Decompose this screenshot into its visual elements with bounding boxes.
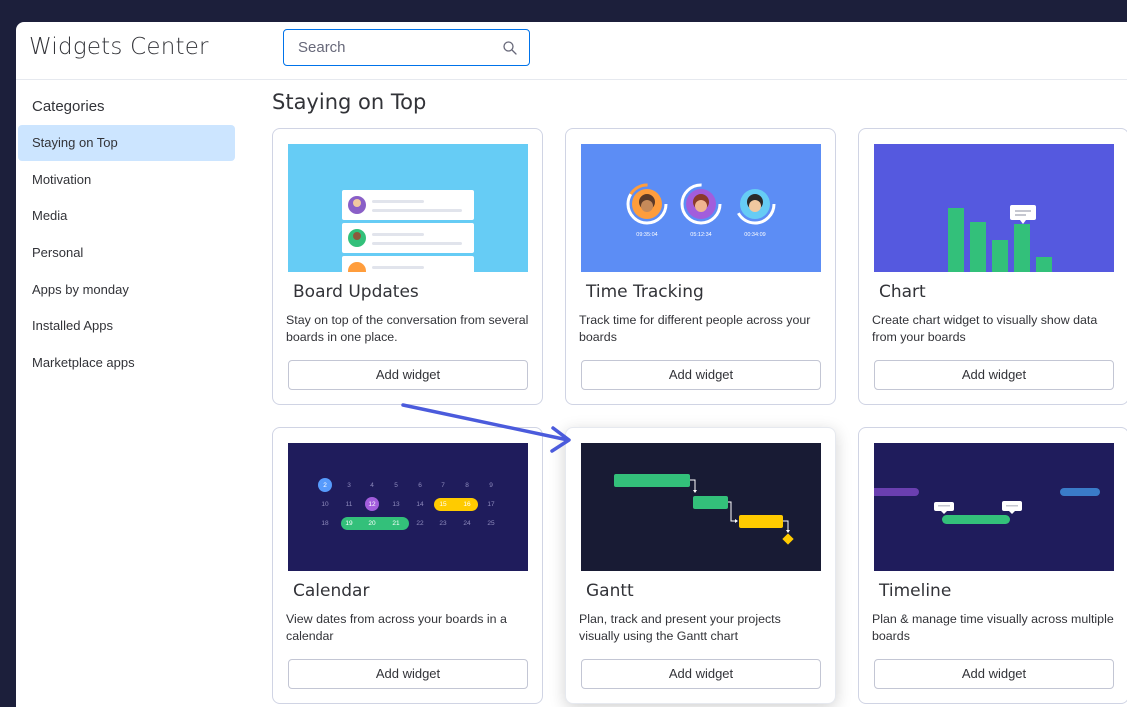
time-tracking-illustration: 09:35:04 05:12:34 00:34:09 [581,144,821,272]
card-title: Chart [879,282,926,302]
widget-card-gantt[interactable]: Gantt Plan, track and present your proje… [565,427,836,704]
sidebar-item-apps-by-monday[interactable]: Apps by monday [18,272,235,308]
calendar-day: 25 [487,520,495,527]
sidebar-item-media[interactable]: Media [18,198,235,234]
card-description: Track time for different people across y… [579,313,811,344]
card-description: Plan, track and present your projects vi… [579,612,781,643]
add-widget-button[interactable]: Add widget [874,360,1114,390]
calendar-day: 12 [368,501,376,508]
calendar-day: 15 [439,501,447,508]
chart-illustration [874,144,1114,272]
card-description: Stay on top of the conversation from sev… [286,313,529,344]
calendar-day: 14 [416,501,424,508]
calendar-day: 23 [439,520,447,527]
card-title: Time Tracking [586,282,704,302]
calendar-day: 2 [323,482,327,489]
calendar-day: 22 [416,520,424,527]
timeline-illustration [874,443,1114,571]
search-box[interactable] [283,29,530,66]
calendar-day: 24 [463,520,471,527]
timer-label: 00:34:09 [744,232,765,238]
timer-label: 09:35:04 [636,232,657,238]
section-title: Staying on Top [272,90,427,114]
add-widget-button[interactable]: Add widget [581,659,821,689]
calendar-illustration: 2 3 4 5 6 7 8 9 10 11 12 13 14 15 16 17 [288,443,528,571]
gantt-illustration [581,443,821,571]
sidebar-item-installed-apps[interactable]: Installed Apps [18,308,235,344]
add-widget-button[interactable]: Add widget [581,360,821,390]
card-description: View dates from across your boards in a … [286,612,507,643]
widget-card-chart[interactable]: Chart Create chart widget to visually sh… [858,128,1127,405]
calendar-day: 20 [368,520,376,527]
calendar-day: 11 [346,501,353,508]
widget-card-time-tracking[interactable]: 09:35:04 05:12:34 00:34:09 Time Tracking… [565,128,836,405]
sidebar-item-personal[interactable]: Personal [18,235,235,271]
board-updates-illustration [288,144,528,272]
calendar-day: 3 [347,482,351,489]
calendar-day: 7 [441,482,445,489]
calendar-day: 18 [321,520,329,527]
add-widget-button[interactable]: Add widget [874,659,1114,689]
calendar-day: 5 [394,482,398,489]
timer-label: 05:12:34 [690,232,711,238]
widgets-center-panel: Widgets Center Categories Staying on Top… [16,22,1127,707]
card-title: Timeline [879,581,952,601]
calendar-day: 9 [489,482,493,489]
add-widget-button[interactable]: Add widget [288,360,528,390]
widget-card-board-updates[interactable]: Board Updates Stay on top of the convers… [272,128,543,405]
widget-card-calendar[interactable]: 2 3 4 5 6 7 8 9 10 11 12 13 14 15 16 17 [272,427,543,704]
calendar-day: 10 [321,501,329,508]
calendar-day: 4 [370,482,374,489]
search-input[interactable] [284,30,529,65]
calendar-day: 19 [345,520,353,527]
add-widget-button[interactable]: Add widget [288,659,528,689]
sidebar-item-staying-on-top[interactable]: Staying on Top [18,125,235,161]
page-title: Widgets Center [29,34,209,60]
card-description: Plan & manage time visually across multi… [872,612,1114,643]
sidebar-item-motivation[interactable]: Motivation [18,162,235,198]
sidebar-item-marketplace-apps[interactable]: Marketplace apps [18,345,235,381]
card-title: Gantt [586,581,634,601]
widget-card-timeline[interactable]: Timeline Plan & manage time visually acr… [858,427,1127,704]
sidebar-heading: Categories [32,98,105,115]
calendar-day: 21 [392,520,400,527]
header: Widgets Center [16,22,1127,80]
calendar-day: 13 [392,501,400,508]
search-icon[interactable] [502,40,518,56]
card-title: Board Updates [293,282,419,302]
card-title: Calendar [293,581,370,601]
calendar-day: 8 [465,482,469,489]
calendar-day: 16 [463,501,471,508]
calendar-day: 17 [487,501,495,508]
calendar-day: 6 [418,482,422,489]
card-description: Create chart widget to visually show dat… [872,313,1098,344]
